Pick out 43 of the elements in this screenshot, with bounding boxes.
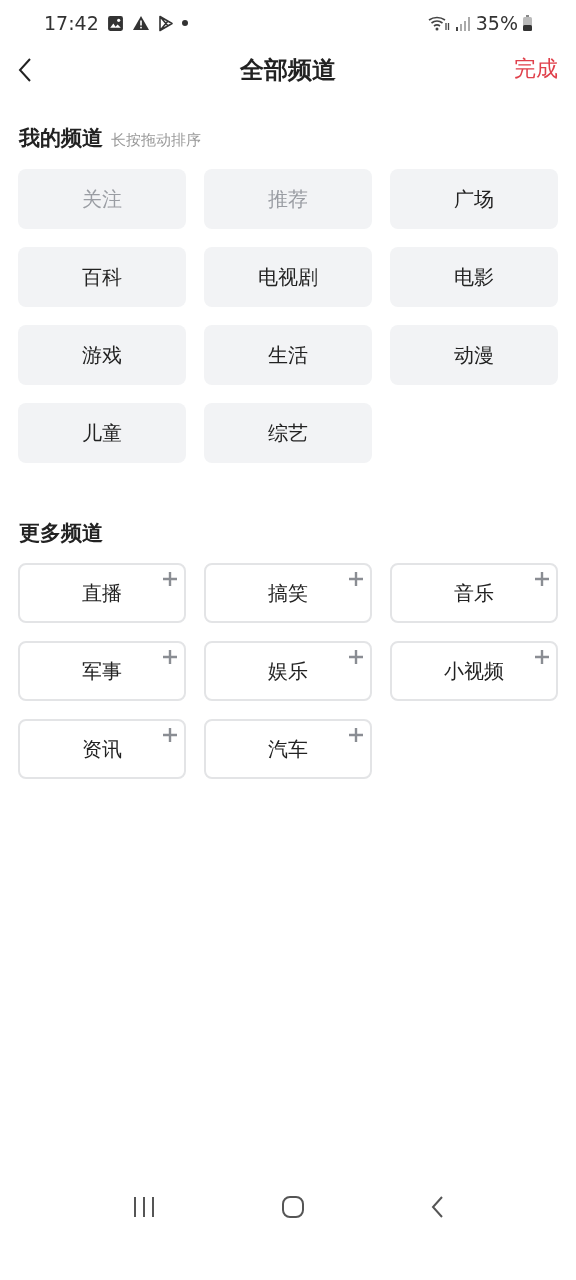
channel-tile[interactable]: 电视剧 [204, 247, 372, 307]
section-title: 更多频道 [19, 520, 103, 547]
back-icon[interactable] [429, 1195, 444, 1219]
wifi-icon [427, 15, 450, 31]
channel-tile[interactable]: 汽车 [204, 719, 372, 779]
channel-tile[interactable]: 百科 [18, 247, 186, 307]
image-icon [106, 14, 124, 32]
channel-tile[interactable]: 直播 [18, 563, 186, 623]
plus-icon[interactable] [534, 649, 550, 665]
plus-icon[interactable] [534, 571, 550, 587]
channel-tile[interactable]: 音乐 [390, 563, 558, 623]
page-title: 全部频道 [240, 55, 336, 86]
channel-tile[interactable]: 小视频 [390, 641, 558, 701]
channel-tile[interactable]: 搞笑 [204, 563, 372, 623]
channel-tile[interactable]: 儿童 [18, 403, 186, 463]
channel-tile[interactable]: 动漫 [390, 325, 558, 385]
back-icon[interactable] [18, 57, 32, 83]
plus-icon[interactable] [348, 727, 364, 743]
channel-tile[interactable]: 广场 [390, 169, 558, 229]
channel-tile[interactable]: 资讯 [18, 719, 186, 779]
plus-icon[interactable] [162, 649, 178, 665]
recent-apps-icon[interactable] [132, 1196, 157, 1218]
battery-icon [523, 15, 532, 31]
battery-percent: 35% [475, 12, 518, 34]
channel-tile[interactable]: 综艺 [204, 403, 372, 463]
section-title: 我的频道 [19, 125, 103, 152]
plus-icon[interactable] [162, 571, 178, 587]
channel-tile[interactable]: 游戏 [18, 325, 186, 385]
warning-icon [131, 15, 150, 31]
plus-icon[interactable] [162, 727, 178, 743]
plus-icon[interactable] [348, 649, 364, 665]
home-icon[interactable] [281, 1195, 305, 1219]
channel-tile[interactable]: 娱乐 [204, 641, 372, 701]
done-button[interactable]: 完成 [514, 54, 558, 84]
channel-tile[interactable]: 军事 [18, 641, 186, 701]
dot-icon [181, 20, 188, 26]
play-store-icon [157, 14, 174, 32]
channel-tile[interactable]: 生活 [204, 325, 372, 385]
status-time: 17:42 [44, 12, 99, 34]
sort-hint: 长按拖动排序 [111, 131, 201, 150]
signal-icon [454, 15, 471, 31]
plus-icon[interactable] [348, 571, 364, 587]
channel-tile[interactable]: 电影 [390, 247, 558, 307]
